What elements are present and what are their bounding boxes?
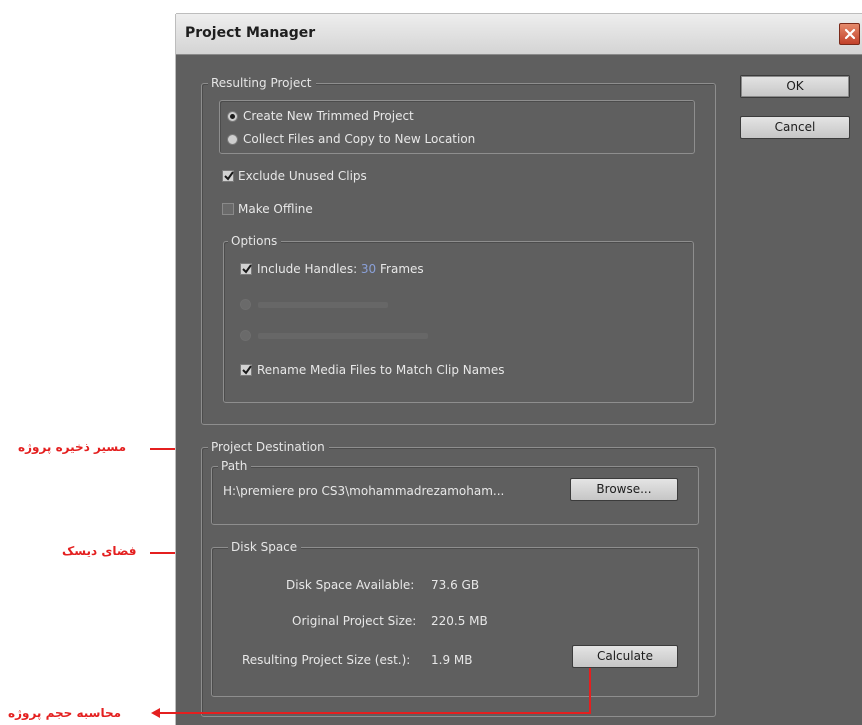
browse-button[interactable]: Browse... bbox=[570, 478, 678, 501]
window-title: Project Manager bbox=[185, 25, 316, 41]
resulting-project-size-value: 1.9 MB bbox=[431, 653, 473, 667]
close-icon bbox=[844, 28, 855, 40]
rename-media-checkbox[interactable] bbox=[240, 364, 252, 376]
disk-space-legend: Disk Space bbox=[228, 539, 302, 555]
disabled-option-radio-2 bbox=[240, 330, 251, 341]
include-handles-text: Include Handles: bbox=[257, 262, 361, 276]
annotation-disk-space: فضای دیسک bbox=[62, 544, 137, 558]
resulting-project-legend: Resulting Project bbox=[208, 75, 316, 91]
annotation-calculate: محاسبه حجم پروژه bbox=[8, 706, 122, 720]
disabled-option-label-2 bbox=[258, 333, 428, 339]
path-value: H:\premiere pro CS3\mohammadrezamoham... bbox=[223, 484, 505, 498]
make-offline-checkbox[interactable] bbox=[222, 203, 234, 215]
checkmark-icon bbox=[224, 171, 234, 181]
handles-frames-unit: Frames bbox=[376, 262, 424, 276]
close-button[interactable] bbox=[839, 23, 860, 45]
collect-files-radio[interactable] bbox=[227, 134, 238, 145]
options-legend: Options bbox=[228, 233, 282, 249]
resulting-project-size-label: Resulting Project Size (est.): bbox=[242, 653, 411, 667]
disabled-option-radio-1 bbox=[240, 299, 251, 310]
collect-files-label[interactable]: Collect Files and Copy to New Location bbox=[243, 131, 475, 147]
title-bar[interactable]: Project Manager bbox=[176, 14, 862, 55]
create-trimmed-project-radio[interactable] bbox=[227, 111, 238, 122]
annotation-project-destination: مسیر ذخیره پروژه bbox=[18, 440, 127, 454]
cancel-button[interactable]: Cancel bbox=[740, 116, 850, 139]
include-handles-checkbox[interactable] bbox=[240, 263, 252, 275]
checkmark-icon bbox=[242, 365, 252, 375]
project-manager-dialog: Project Manager OK Cancel Resulting Proj… bbox=[176, 14, 862, 725]
path-legend: Path bbox=[218, 458, 252, 474]
rename-media-label[interactable]: Rename Media Files to Match Clip Names bbox=[257, 362, 504, 378]
include-handles-label: Include Handles: 30 Frames bbox=[257, 261, 424, 277]
original-project-size-value: 220.5 MB bbox=[431, 614, 488, 628]
original-project-size-label: Original Project Size: bbox=[292, 614, 417, 628]
disk-space-available-value: 73.6 GB bbox=[431, 578, 480, 592]
checkmark-icon bbox=[242, 264, 252, 274]
make-offline-label[interactable]: Make Offline bbox=[238, 201, 313, 217]
project-destination-legend: Project Destination bbox=[208, 439, 329, 455]
ok-button[interactable]: OK bbox=[740, 75, 850, 98]
disk-space-available-label: Disk Space Available: bbox=[286, 578, 415, 592]
exclude-unused-checkbox[interactable] bbox=[222, 170, 234, 182]
handles-frames-value[interactable]: 30 bbox=[361, 262, 376, 276]
disabled-option-label-1 bbox=[258, 302, 388, 308]
exclude-unused-label[interactable]: Exclude Unused Clips bbox=[238, 168, 367, 184]
create-trimmed-project-label[interactable]: Create New Trimmed Project bbox=[243, 108, 414, 124]
calculate-button[interactable]: Calculate bbox=[572, 645, 678, 668]
